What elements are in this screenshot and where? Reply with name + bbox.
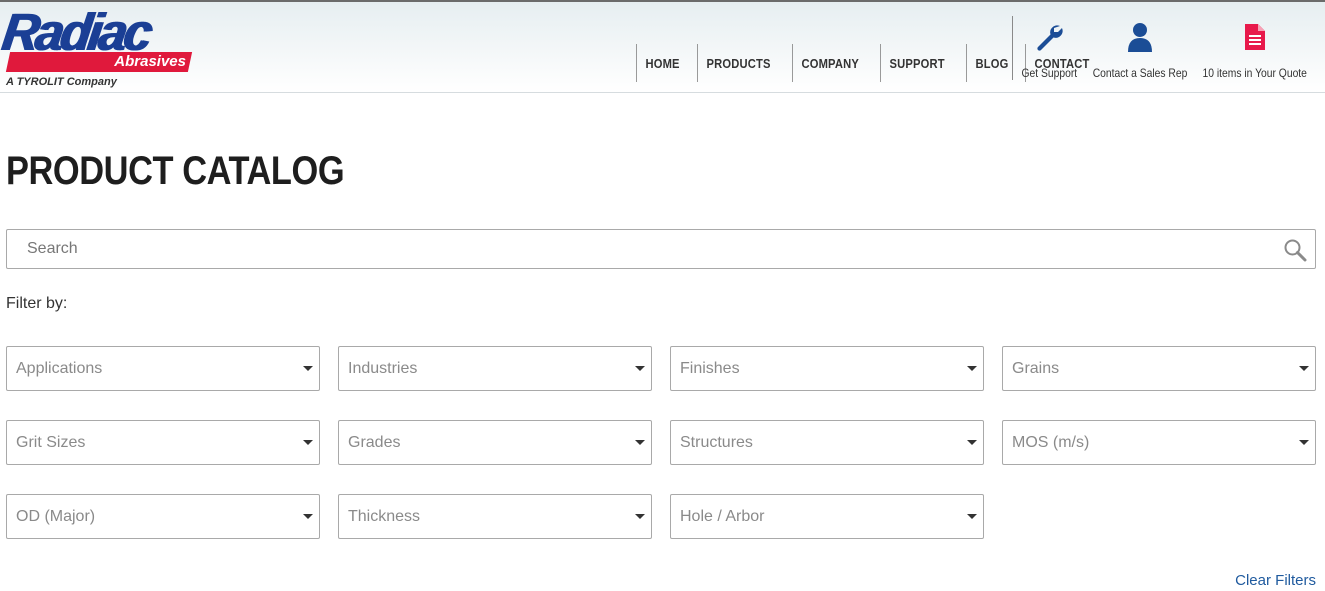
caret-down-icon xyxy=(967,366,977,371)
radiac-logo[interactable]: Radiac Abrasives A TYROLIT Company xyxy=(0,3,193,90)
document-icon xyxy=(1243,20,1267,52)
nav-support[interactable]: SUPPORT xyxy=(880,44,953,82)
site-header: Radiac Abrasives A TYROLIT Company HOME … xyxy=(0,2,1325,93)
contact-sales-rep-label: Contact a Sales Rep xyxy=(1092,66,1188,80)
dropdown-label: Finishes xyxy=(680,360,740,377)
caret-down-icon xyxy=(1299,440,1309,445)
contact-sales-rep-link[interactable]: Contact a Sales Rep xyxy=(1093,20,1187,80)
nav-company[interactable]: COMPANY xyxy=(792,44,868,82)
clear-filters-link[interactable]: Clear Filters xyxy=(1235,572,1316,589)
get-support-label: Get Support xyxy=(1021,66,1077,80)
dropdown-label: MOS (m/s) xyxy=(1012,434,1090,451)
dropdown-label: OD (Major) xyxy=(16,508,96,525)
dropdown-label: Grit Sizes xyxy=(16,434,86,451)
caret-down-icon xyxy=(635,514,645,519)
caret-down-icon xyxy=(967,440,977,445)
dropdown-label: Hole / Arbor xyxy=(680,508,765,525)
dropdown-label: Grains xyxy=(1012,360,1060,377)
logo-tagline: A TYROLIT Company xyxy=(6,76,117,88)
dropdown-structures[interactable]: Structures xyxy=(670,420,984,465)
search-bar xyxy=(6,229,1316,269)
nav-divider xyxy=(1012,16,1013,80)
search-input[interactable] xyxy=(7,230,1277,268)
dropdown-label: Thickness xyxy=(348,508,421,525)
caret-down-icon xyxy=(967,514,977,519)
page-title: PRODUCT CATALOG xyxy=(6,149,345,193)
dropdown-hole-arbor[interactable]: Hole / Arbor xyxy=(670,494,984,539)
dropdown-industries[interactable]: Industries xyxy=(338,346,652,391)
dropdown-label: Structures xyxy=(680,434,753,451)
caret-down-icon xyxy=(303,440,313,445)
dropdown-mos[interactable]: MOS (m/s) xyxy=(1002,420,1316,465)
dropdown-grit-sizes[interactable]: Grit Sizes xyxy=(6,420,320,465)
dropdown-label: Industries xyxy=(348,360,418,377)
caret-down-icon xyxy=(303,366,313,371)
nav-home[interactable]: HOME xyxy=(636,44,688,82)
dropdown-label: Grades xyxy=(348,434,401,451)
person-icon xyxy=(1126,20,1154,52)
logo-wordmark: Radiac xyxy=(0,2,153,62)
dropdown-od-major[interactable]: OD (Major) xyxy=(6,494,320,539)
dropdown-label: Applications xyxy=(16,360,103,377)
dropdown-applications[interactable]: Applications xyxy=(6,346,320,391)
nav-blog[interactable]: BLOG xyxy=(965,44,1017,82)
filter-by-label: Filter by: xyxy=(6,295,68,312)
logo-subtitle: Abrasives xyxy=(114,53,186,70)
nav-products[interactable]: PRODUCTS xyxy=(696,44,779,82)
wrench-icon xyxy=(1034,20,1064,52)
caret-down-icon xyxy=(303,514,313,519)
caret-down-icon xyxy=(635,366,645,371)
dropdown-grades[interactable]: Grades xyxy=(338,420,652,465)
quote-link[interactable]: 10 items in Your Quote xyxy=(1203,20,1307,80)
get-support-link[interactable]: Get Support xyxy=(1021,20,1077,80)
caret-down-icon xyxy=(635,440,645,445)
dropdown-finishes[interactable]: Finishes xyxy=(670,346,984,391)
dropdown-grains[interactable]: Grains xyxy=(1002,346,1316,391)
dropdown-thickness[interactable]: Thickness xyxy=(338,494,652,539)
search-icon[interactable] xyxy=(1283,238,1307,262)
quote-label: 10 items in Your Quote xyxy=(1202,66,1308,80)
caret-down-icon xyxy=(1299,366,1309,371)
